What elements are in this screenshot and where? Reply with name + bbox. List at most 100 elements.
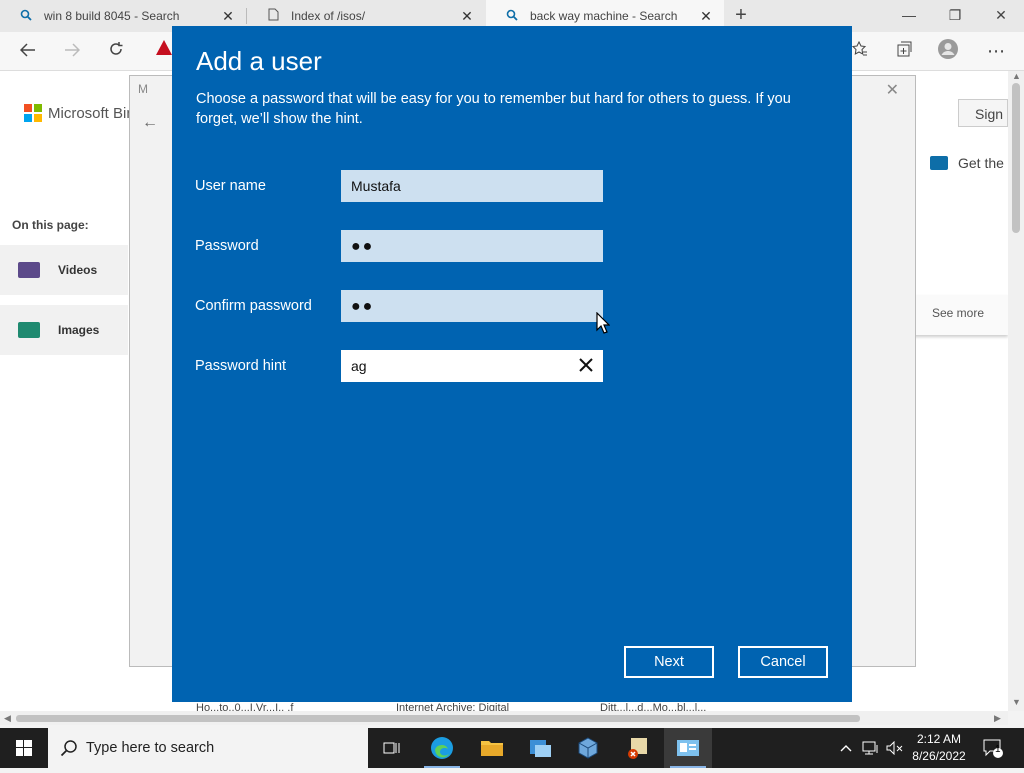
taskbar-clock[interactable]: 2:12 AM 8/26/2022	[904, 731, 974, 765]
dialog-instructions: Choose a password that will be easy for …	[196, 91, 791, 127]
collections-icon	[897, 41, 912, 57]
network-error-app-button[interactable]	[614, 728, 662, 768]
password-hint-field[interactable]: ag	[341, 350, 603, 382]
notification-count: 1	[995, 744, 1001, 755]
bing-logo[interactable]: Microsoft Bin	[24, 104, 135, 122]
search-icon	[18, 9, 34, 24]
confirm-password-value: ●●	[351, 298, 375, 315]
password-label: Password	[195, 238, 259, 254]
start-button[interactable]	[0, 728, 48, 768]
collections-button[interactable]	[890, 38, 918, 64]
sign-in-button[interactable]: Sign i	[958, 99, 1008, 127]
app-error-icon	[628, 738, 647, 759]
windows-logo-icon	[16, 740, 32, 756]
background-window-title: M	[138, 82, 148, 96]
tab-label: back way machine - Search	[530, 9, 678, 23]
close-tab-icon[interactable]: ✕	[698, 8, 714, 25]
see-more-button[interactable]: See more	[912, 295, 1008, 335]
back-arrow-icon	[19, 43, 35, 57]
task-view-icon	[383, 742, 400, 754]
task-view-button[interactable]	[368, 728, 416, 768]
video-icon	[18, 262, 40, 278]
user-accounts-icon	[677, 740, 699, 756]
edge-icon	[431, 737, 453, 759]
virtualbox-icon	[578, 737, 598, 759]
network-button[interactable]	[860, 728, 882, 768]
sidebar-item-videos[interactable]: Videos	[0, 245, 128, 295]
forward-arrow-icon	[65, 43, 81, 57]
favorites-icon	[851, 40, 867, 56]
sidebar-item-label: Images	[58, 323, 100, 337]
back-button[interactable]	[14, 38, 42, 64]
username-field[interactable]: Mustafa	[341, 170, 603, 202]
more-icon: ⋯	[987, 41, 1005, 61]
scroll-thumb[interactable]	[1012, 83, 1020, 233]
add-user-dialog: Add a user Choose a password that will b…	[172, 26, 852, 702]
settings-menu-button[interactable]: ⋯	[982, 38, 1010, 64]
search-icon	[60, 740, 77, 757]
forward-button[interactable]	[58, 38, 86, 64]
password-hint-value: ag	[351, 358, 367, 374]
new-tab-button[interactable]: +	[730, 4, 752, 26]
refresh-icon	[110, 42, 123, 55]
password-hint-label: Password hint	[195, 358, 287, 374]
dialog-title: Add a user	[196, 46, 322, 76]
next-button[interactable]: Next	[624, 646, 714, 678]
clear-icon[interactable]	[577, 356, 595, 374]
restore-button[interactable]: ❐	[932, 0, 978, 32]
confirm-password-label: Confirm password	[195, 298, 312, 314]
tab-label: Index of /isos/	[291, 9, 366, 23]
vertical-scrollbar[interactable]: ▲ ▼	[1008, 71, 1024, 711]
folder-icon	[481, 741, 503, 756]
get-the-label: Get the	[958, 155, 1004, 171]
password-value: ●●	[351, 238, 375, 255]
username-label: User name	[195, 178, 266, 194]
get-the-app-link[interactable]: Get the	[930, 155, 1004, 171]
close-window-button[interactable]: ✕	[978, 0, 1024, 32]
taskbar: Type here to search 2:12 AM 8/26/2022 1	[0, 728, 1024, 768]
volume-muted-icon	[886, 741, 903, 755]
network-icon	[862, 741, 878, 755]
close-tab-icon[interactable]: ✕	[220, 8, 236, 25]
control-panel-button[interactable]	[516, 728, 564, 768]
scroll-left-icon[interactable]: ◀	[4, 711, 11, 725]
image-icon	[18, 322, 40, 338]
confirm-password-field[interactable]: ●●	[341, 290, 603, 322]
notification-center-button[interactable]: 1	[980, 728, 1006, 768]
minimize-button[interactable]: —	[886, 0, 932, 32]
profile-button[interactable]	[934, 38, 962, 64]
close-icon[interactable]: ✕	[886, 80, 899, 100]
clock-time: 2:12 AM	[916, 732, 962, 746]
horizontal-scrollbar[interactable]: ◀ ▶	[0, 711, 1008, 725]
show-hidden-icons-button[interactable]	[836, 728, 856, 768]
tab-label: win 8 build 8045 - Search	[44, 9, 180, 23]
refresh-button[interactable]	[102, 38, 130, 64]
chevron-up-icon	[840, 745, 852, 752]
volume-button[interactable]	[884, 728, 906, 768]
file-explorer-button[interactable]	[468, 728, 516, 768]
cancel-button[interactable]: Cancel	[738, 646, 828, 678]
sidebar-item-label: Videos	[58, 263, 98, 277]
page-icon	[265, 8, 281, 24]
scroll-right-icon[interactable]: ▶	[994, 711, 1001, 725]
user-accounts-button[interactable]	[664, 728, 712, 768]
virtualbox-button[interactable]	[564, 728, 612, 768]
scroll-thumb[interactable]	[16, 715, 860, 722]
search-placeholder: Type here to search	[86, 740, 215, 756]
brand-text: Microsoft Bin	[48, 104, 135, 122]
scroll-down-icon[interactable]: ▼	[1012, 697, 1021, 707]
scroll-up-icon[interactable]: ▲	[1012, 71, 1021, 81]
back-arrow-icon[interactable]: ←	[142, 114, 158, 132]
taskbar-search-box[interactable]: Type here to search	[48, 728, 368, 768]
microsoft-logo-icon	[24, 104, 42, 122]
sidebar-item-images[interactable]: Images	[0, 305, 128, 355]
control-panel-icon	[530, 740, 551, 757]
username-value: Mustafa	[351, 178, 401, 194]
search-icon	[504, 9, 520, 24]
edge-taskbar-button[interactable]	[418, 728, 466, 768]
close-tab-icon[interactable]: ✕	[459, 8, 475, 25]
mouse-cursor-icon	[596, 312, 610, 334]
password-field[interactable]: ●●	[341, 230, 603, 262]
avatar-icon	[938, 39, 958, 59]
warning-icon	[156, 40, 172, 55]
